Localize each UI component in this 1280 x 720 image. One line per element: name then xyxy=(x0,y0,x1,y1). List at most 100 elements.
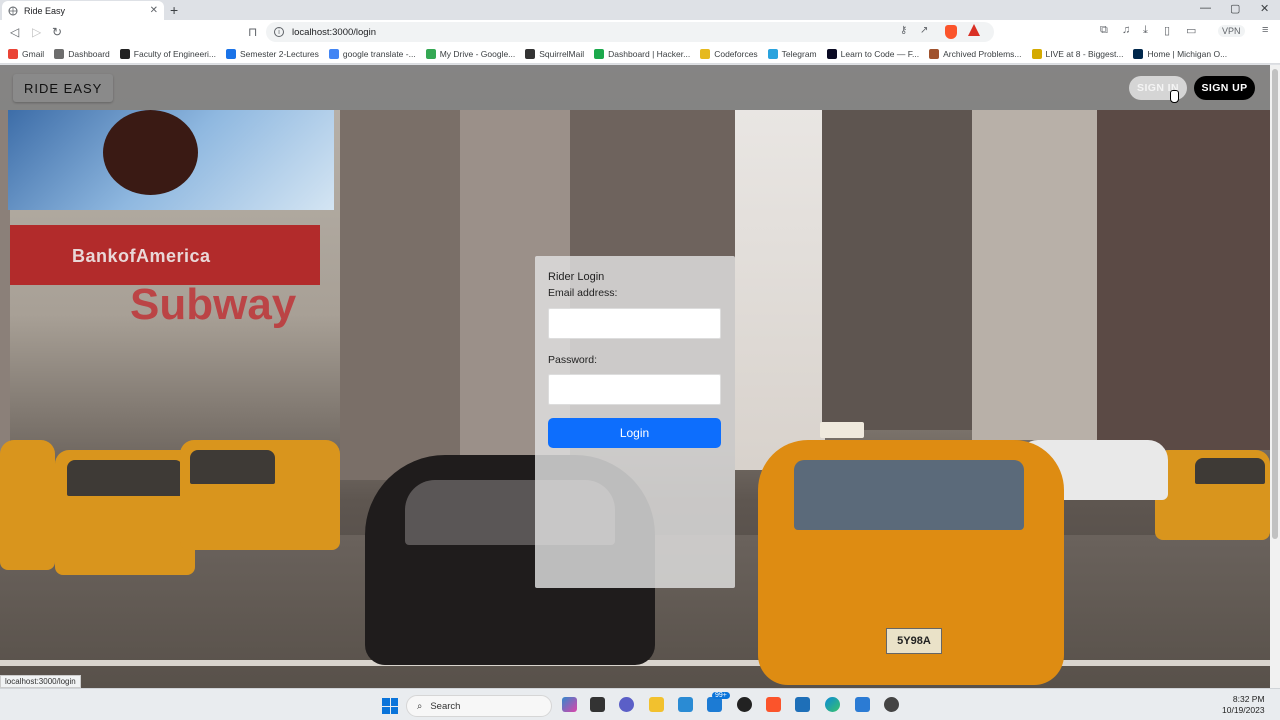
store-icon[interactable] xyxy=(795,697,810,712)
minimize-icon[interactable]: — xyxy=(1200,2,1211,14)
wallet-icon[interactable]: ▭ xyxy=(1186,24,1196,37)
globe-icon xyxy=(8,6,18,16)
app-navbar: RIDE EASY SIGN IN SIGN UP xyxy=(0,65,1270,110)
bookmark-item[interactable]: google translate -... xyxy=(328,48,416,59)
bookmark-label: Dashboard xyxy=(68,48,110,59)
email-field[interactable] xyxy=(548,308,721,339)
key-icon[interactable]: ⚷ xyxy=(900,25,907,36)
bookmark-favicon-icon xyxy=(594,48,605,59)
bookmark-favicon-icon xyxy=(1031,48,1042,59)
vscode-icon[interactable] xyxy=(855,697,870,712)
bookmark-item[interactable]: LIVE at 8 - Biggest... xyxy=(1031,48,1123,59)
brand-logo[interactable]: RIDE EASY xyxy=(13,74,114,102)
search-icon: ⌕ xyxy=(417,700,423,712)
monitor-icon[interactable] xyxy=(678,697,693,712)
bookmark-item[interactable]: Faculty of Engineeri... xyxy=(119,48,216,59)
bookmark-favicon-icon xyxy=(929,48,940,59)
bookmark-label: Codeforces xyxy=(714,48,758,59)
back-icon[interactable]: ◁ xyxy=(10,24,19,40)
building xyxy=(972,110,1097,440)
media-icon[interactable]: ♫ xyxy=(1122,24,1130,36)
bookmark-favicon-icon xyxy=(8,48,18,59)
bookmark-item[interactable]: Learn to Code — F... xyxy=(826,48,919,59)
new-tab-button[interactable]: + xyxy=(170,1,178,19)
edge-icon[interactable] xyxy=(825,697,840,712)
mail-icon[interactable] xyxy=(707,697,722,712)
page-scrollbar[interactable] xyxy=(1270,65,1280,688)
address-bar[interactable]: i localhost:3000/login xyxy=(266,22,994,42)
bookmark-item[interactable]: Semester 2-Lectures xyxy=(226,48,319,59)
taxi xyxy=(55,450,195,575)
download-icon[interactable]: ⤓ xyxy=(1143,24,1148,37)
bookmark-label: google translate -... xyxy=(342,48,416,59)
github-desktop-icon[interactable] xyxy=(884,697,899,712)
maximize-icon[interactable]: ▢ xyxy=(1230,2,1240,15)
vpn-button[interactable]: VPN xyxy=(1218,25,1245,37)
file-explorer-icon[interactable] xyxy=(649,697,664,712)
close-window-icon[interactable]: ✕ xyxy=(1260,2,1269,15)
clock-time: 8:32 PM xyxy=(1232,694,1265,704)
taskbar-search-label: Search xyxy=(430,700,461,712)
system-clock[interactable]: 8:32 PM 10/19/2023 xyxy=(1222,694,1265,716)
sidebar-icon[interactable]: ▯ xyxy=(1164,24,1170,37)
bookmark-item[interactable]: Telegram xyxy=(767,48,817,59)
bookmark-favicon-icon xyxy=(525,48,536,59)
notification-badge: 99+ xyxy=(712,692,730,699)
bookmark-label: Archived Problems... xyxy=(943,48,1022,59)
bookmark-favicon-icon xyxy=(54,48,65,59)
bookmark-item[interactable]: Codeforces xyxy=(700,48,758,59)
tab-ride-easy[interactable]: Ride Easy ✕ xyxy=(2,1,164,20)
bookmark-favicon-icon xyxy=(1133,48,1144,59)
menu-icon[interactable]: ≡ xyxy=(1262,24,1268,36)
dell-icon[interactable] xyxy=(737,697,752,712)
share-icon[interactable]: ↗ xyxy=(920,25,928,36)
clock-date: 10/19/2023 xyxy=(1222,705,1265,715)
bookmark-item[interactable]: Home | Michigan O... xyxy=(1133,48,1227,59)
brave-browser-icon[interactable] xyxy=(766,697,781,712)
bookmark-item[interactable]: Dashboard xyxy=(54,48,110,59)
bookmark-favicon-icon xyxy=(328,48,339,59)
brave-shield-icon[interactable] xyxy=(945,25,957,39)
site-info-icon[interactable]: i xyxy=(274,27,284,37)
browser-toolbar: ◁ ▷ ↻ ⊓ i localhost:3000/login ⚷ ↗ ⧉ ♫ ⤓… xyxy=(0,20,1280,44)
reload-icon[interactable]: ↻ xyxy=(52,24,62,40)
brave-rewards-icon[interactable] xyxy=(968,24,980,36)
taxi xyxy=(0,440,55,570)
bookmark-item[interactable]: SquirrelMail xyxy=(525,48,585,59)
building xyxy=(1097,110,1270,450)
taxi xyxy=(1155,450,1270,540)
bookmark-item[interactable]: Dashboard | Hacker... xyxy=(594,48,690,59)
tab-close-icon[interactable]: ✕ xyxy=(150,5,158,16)
bookmark-favicon-icon xyxy=(226,48,237,59)
windows-start-icon[interactable] xyxy=(382,698,398,714)
bookmarks-bar: Gmail Dashboard Faculty of Engineeri... Sem… xyxy=(0,44,1280,64)
login-card: Rider Login Email address: Password: Log… xyxy=(535,256,735,588)
extensions-icon[interactable]: ⧉ xyxy=(1100,24,1108,37)
login-button[interactable]: Login xyxy=(548,418,721,448)
copilot-icon[interactable] xyxy=(562,697,577,712)
scrollbar-thumb[interactable] xyxy=(1272,69,1278,539)
bookmark-item[interactable]: Gmail xyxy=(8,48,45,59)
bookmark-item[interactable]: My Drive - Google... xyxy=(425,48,515,59)
login-title: Rider Login xyxy=(548,271,605,283)
bookmark-label: Gmail xyxy=(22,48,45,59)
bookmark-icon[interactable]: ⊓ xyxy=(248,24,257,40)
email-label: Email address: xyxy=(548,287,618,299)
bookmark-label: SquirrelMail xyxy=(539,48,585,59)
yellow-taxi: 5Y98A xyxy=(758,422,1064,685)
password-field[interactable] xyxy=(548,374,721,405)
teams-chat-icon[interactable] xyxy=(619,697,634,712)
building xyxy=(340,110,460,480)
sky xyxy=(735,110,825,470)
status-bar-url: localhost:3000/login xyxy=(0,675,81,688)
bookmark-favicon-icon xyxy=(425,48,436,59)
taskbar-search[interactable]: ⌕ Search xyxy=(406,695,552,717)
bookmark-label: Semester 2-Lectures xyxy=(240,48,319,59)
sign-up-button[interactable]: SIGN UP xyxy=(1194,76,1255,100)
forward-icon[interactable]: ▷ xyxy=(32,24,41,40)
bookmark-item[interactable]: Archived Problems... xyxy=(929,48,1022,59)
billboard xyxy=(8,110,334,210)
bookmark-favicon-icon xyxy=(826,48,837,59)
task-view-icon[interactable] xyxy=(590,697,605,712)
bookmark-favicon-icon xyxy=(700,48,711,59)
